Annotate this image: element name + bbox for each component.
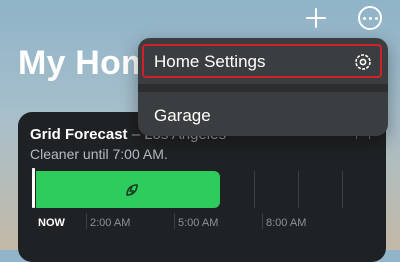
time-tick <box>174 213 175 229</box>
time-label: 5:00 AM <box>178 217 219 229</box>
leaf-bolt-icon <box>126 184 138 196</box>
more-options-button[interactable] <box>358 6 382 30</box>
options-menu: Home Settings Garage <box>138 38 388 136</box>
timeline-divider <box>254 171 255 208</box>
time-label-now: NOW <box>38 217 65 229</box>
time-labels: NOW 2:00 AM 5:00 AM 8:00 AM <box>30 213 386 233</box>
selection-highlight <box>142 44 382 78</box>
add-button[interactable] <box>302 4 330 32</box>
time-tick <box>86 213 87 229</box>
forecast-timeline <box>30 168 386 210</box>
timeline-divider <box>342 171 343 208</box>
time-label: 2:00 AM <box>90 217 131 229</box>
menu-divider <box>138 84 388 92</box>
time-label: 8:00 AM <box>266 217 307 229</box>
time-tick <box>262 213 263 229</box>
menu-item-garage[interactable]: Garage <box>138 92 388 136</box>
now-marker <box>32 168 35 208</box>
menu-item-home-settings[interactable]: Home Settings <box>138 38 388 86</box>
card-subtitle: Cleaner until 7:00 AM. <box>30 146 168 162</box>
menu-item-label: Garage <box>154 106 211 125</box>
more-dot <box>374 16 378 20</box>
card-title-text: Grid Forecast <box>30 126 128 143</box>
more-dot <box>362 16 366 20</box>
more-dot <box>368 16 372 20</box>
timeline-divider <box>298 171 299 208</box>
